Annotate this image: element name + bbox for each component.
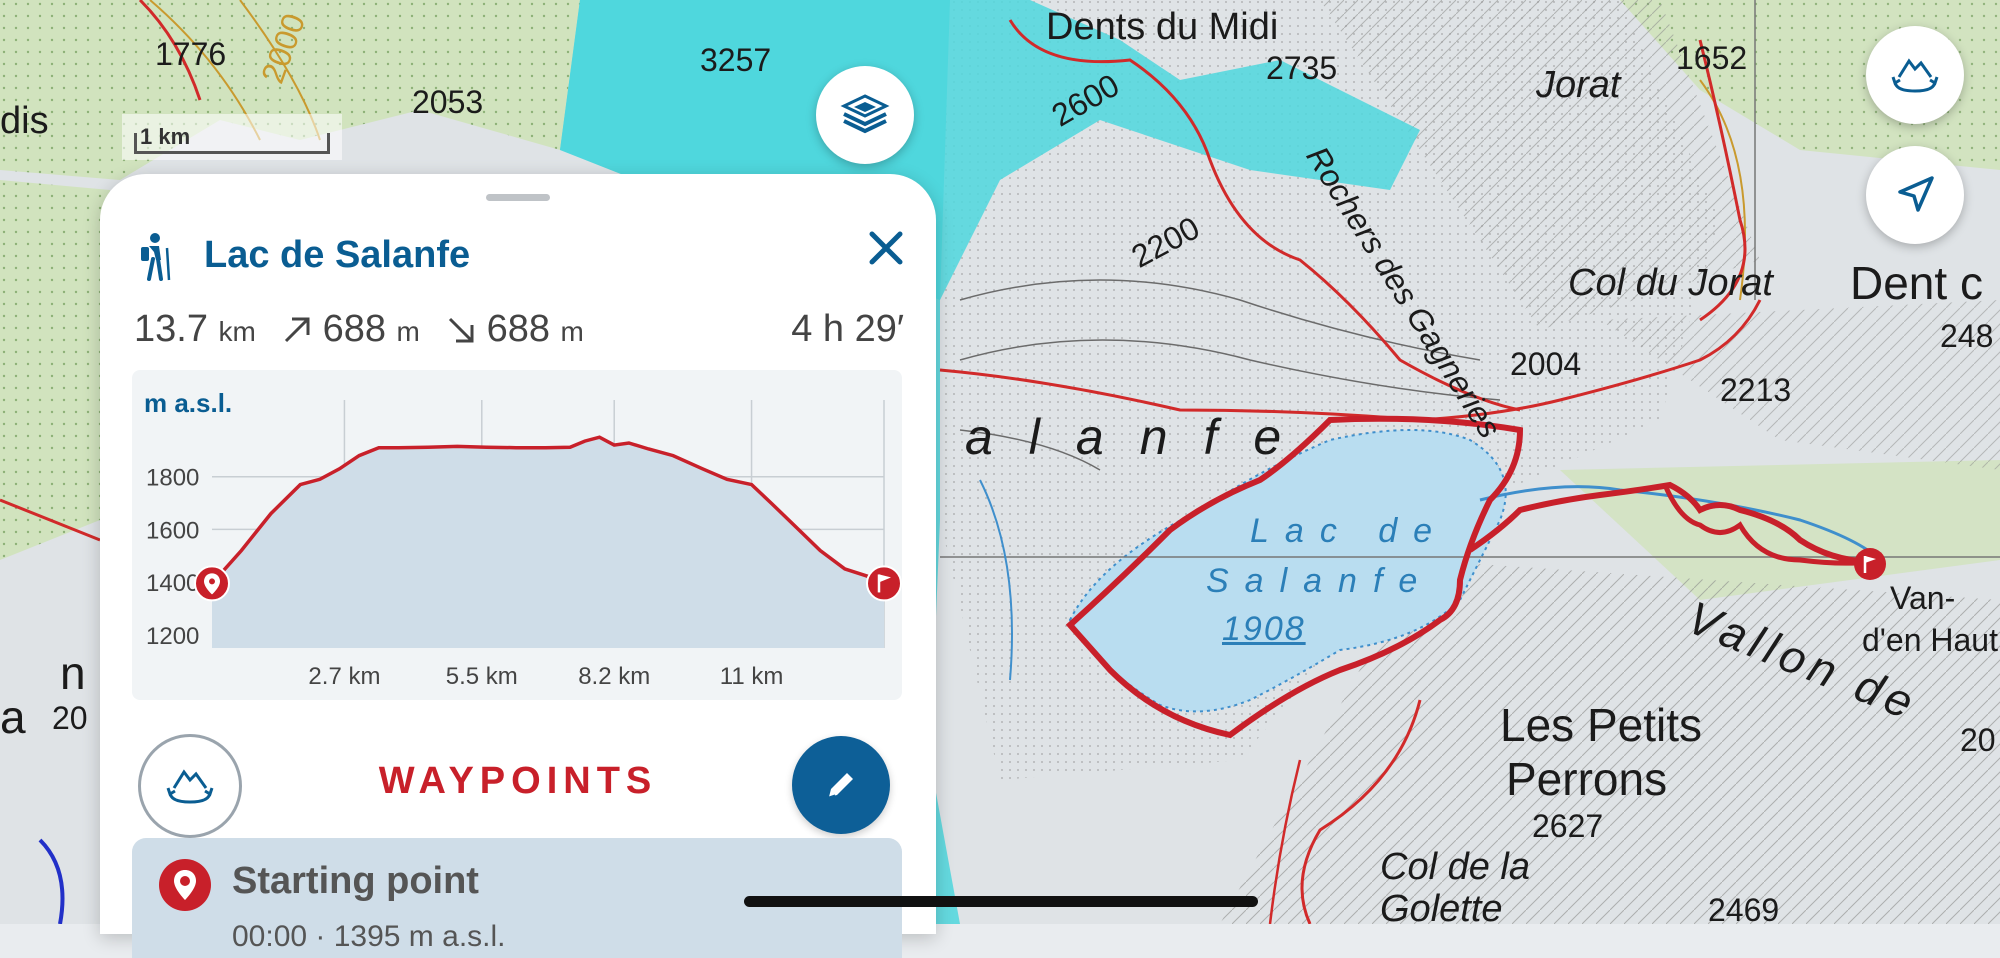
- home-indicator[interactable]: [744, 896, 1258, 907]
- hiker-icon: [141, 233, 171, 281]
- map-elevation: 2213: [1720, 372, 1792, 408]
- descent-arrow-icon: [448, 317, 474, 343]
- map-label-col-du-jorat: Col du Jorat: [1568, 262, 1773, 304]
- map-elevation: 2469: [1708, 892, 1780, 928]
- 3d-view-icon: [1891, 58, 1939, 93]
- map-elevation: 248: [1940, 318, 1994, 354]
- y-tick-label: 1800: [146, 465, 199, 492]
- descent-stat: 688 m: [446, 308, 584, 351]
- distance-stat: 13.7 km: [134, 308, 256, 351]
- distance-unit: km: [218, 316, 256, 347]
- elevation-chart: m a.s.l. 1200 1400 1600 1800 2.7 km 5.5 km 8.2 …: [144, 388, 902, 690]
- map-label-van: Van-: [1890, 580, 1956, 616]
- map-label-col-de-la: Col de la: [1380, 846, 1530, 888]
- map-label-a: a: [0, 691, 26, 743]
- drag-handle[interactable]: [486, 194, 550, 201]
- duration-stat: 4 h 29′: [791, 308, 904, 350]
- map-label-dis: dis: [0, 100, 49, 142]
- ascent-unit: m: [396, 316, 420, 347]
- locate-icon: [1898, 176, 1934, 212]
- map-label-n: n: [60, 647, 86, 699]
- map-scale-bar: 1 km: [122, 114, 342, 160]
- ascent-stat: 688 m: [282, 308, 420, 351]
- map-label-jorat: Jorat: [1536, 64, 1621, 106]
- map-label-van-d-en-haut: d'en Haut: [1862, 622, 1998, 658]
- 3d-view-button[interactable]: [1866, 26, 1964, 124]
- y-tick-label: 1600: [146, 517, 199, 544]
- ascent-value: 688: [322, 308, 386, 350]
- elevation-area: [212, 437, 884, 648]
- y-tick-label: 1200: [146, 623, 199, 650]
- close-icon: [869, 231, 903, 265]
- map-label-lake-line1: Lac de: [1250, 512, 1449, 550]
- finish-flag-icon: [866, 565, 902, 602]
- close-button[interactable]: [850, 212, 922, 284]
- map-elevation: 20: [52, 700, 88, 736]
- y-tick-label: 1400: [146, 570, 199, 597]
- map-label-lake-elevation: 1908: [1222, 610, 1306, 648]
- map-elevation: 1776: [155, 36, 227, 72]
- edit-icon: [828, 773, 853, 798]
- x-tick-label: 8.2 km: [578, 663, 650, 690]
- descent-unit: m: [560, 316, 584, 347]
- edit-button[interactable]: [792, 736, 890, 834]
- map-elevation: 1652: [1676, 40, 1748, 76]
- layers-button[interactable]: [816, 66, 914, 164]
- x-tick-label: 5.5 km: [446, 663, 518, 690]
- route-detail-panel: Lac de Salanfe 13.7 km 688 m 688 m 4 h 2…: [100, 174, 936, 958]
- map-label-dents-du-midi: Dents du Midi: [1046, 6, 1279, 48]
- map-label-dent: Dent c: [1850, 257, 1983, 309]
- map-elevation: 2004: [1510, 346, 1582, 382]
- y-axis-label: m a.s.l.: [144, 388, 232, 418]
- waypoint-pin-icon: [159, 859, 211, 911]
- layers-icon: [840, 94, 890, 134]
- x-tick-label: 2.7 km: [308, 663, 380, 690]
- map-elevation: 2735: [1266, 50, 1338, 86]
- map-elevation: 3257: [700, 42, 772, 78]
- map-label-les-petits: Les Petits: [1500, 699, 1702, 751]
- map-label-perrons: Perrons: [1506, 753, 1668, 805]
- map-label-golette: Golette: [1380, 888, 1503, 930]
- ascent-arrow-icon: [284, 317, 310, 343]
- finish-flag-icon[interactable]: [1852, 546, 1888, 582]
- locate-button[interactable]: [1866, 146, 1964, 244]
- start-pin-dot: [209, 578, 215, 585]
- map-elevation: 2053: [412, 84, 484, 120]
- route-title: Lac de Salanfe: [204, 234, 471, 276]
- map-label-salanfe: alanfe: [965, 409, 1318, 465]
- waypoint-details: 00:00 · 1395 m a.s.l.: [232, 920, 506, 953]
- descent-value: 688: [486, 308, 550, 350]
- distance-value: 13.7: [134, 308, 208, 350]
- elevation-profile[interactable]: m a.s.l. 1200 1400 1600 1800 2.7 km 5.5 km 8.2 …: [132, 370, 902, 700]
- x-tick-label: 11 km: [720, 663, 784, 690]
- map-elevation: 20: [1960, 722, 1996, 758]
- map-elevation: 2627: [1532, 808, 1604, 844]
- map-label-lake-line2: Salanfe: [1206, 562, 1434, 600]
- waypoint-name: Starting point: [232, 860, 479, 902]
